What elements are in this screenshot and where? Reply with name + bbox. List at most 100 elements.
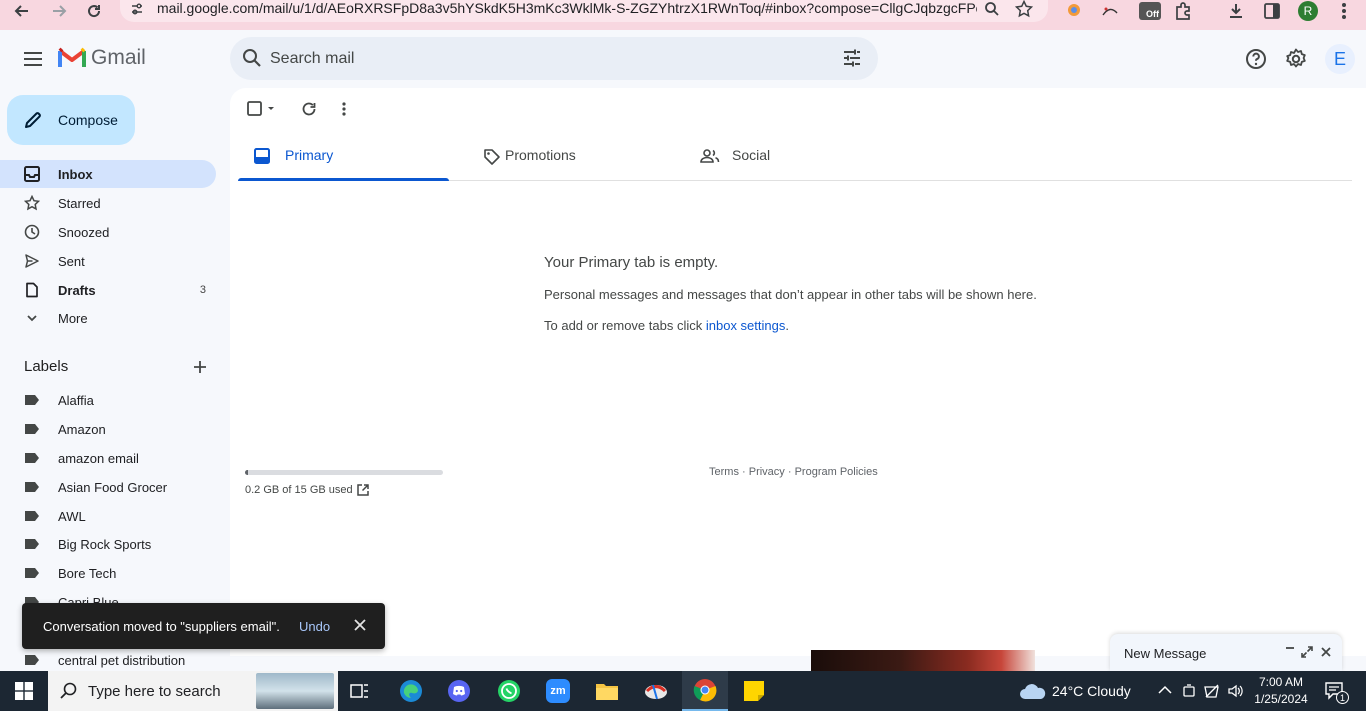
search-icon[interactable] (242, 48, 262, 68)
label-item[interactable]: Big Rock Sports (0, 530, 216, 558)
edge-taskbar-app[interactable] (388, 671, 434, 711)
network-disconnected-icon[interactable] (1203, 683, 1221, 699)
search-highlight-image (256, 673, 334, 709)
arrow-left-icon (14, 5, 28, 17)
weather-readout[interactable]: 24°C Cloudy (1052, 683, 1131, 699)
settings-hint-prefix: To add or remove tabs click (544, 318, 706, 333)
label-tag-icon (25, 655, 39, 665)
label-name: Big Rock Sports (58, 537, 152, 552)
whatsapp-taskbar-app[interactable] (486, 671, 532, 711)
account-avatar[interactable]: E (1325, 44, 1355, 74)
search-bar[interactable]: Search mail (230, 37, 878, 80)
label-name: central pet distribution (58, 653, 186, 668)
tab-primary[interactable]: Primary (238, 136, 449, 181)
storage-meter-fill (245, 470, 248, 475)
meet-now-icon[interactable] (1181, 683, 1197, 699)
tab-promotions[interactable]: Promotions (467, 136, 678, 181)
extension-button[interactable] (1098, 0, 1122, 22)
zoom-icon[interactable] (984, 1, 1000, 17)
tab-social[interactable]: Social (696, 136, 907, 181)
minimize-icon[interactable] (1284, 642, 1296, 654)
undo-button[interactable]: Undo (299, 619, 330, 634)
address-bar[interactable]: mail.google.com/mail/u/1/d/AEoRXRSFpD8a3… (120, 0, 1048, 22)
sidebar-item-label: Starred (58, 195, 101, 211)
refresh-icon[interactable] (300, 100, 318, 118)
sidebar-item-drafts[interactable]: Drafts 3 (0, 276, 216, 304)
empty-state-description: Personal messages and messages that don’… (544, 287, 1037, 302)
close-icon[interactable] (353, 618, 367, 632)
sidebar-item-snoozed[interactable]: Snoozed (0, 218, 216, 246)
forward-button[interactable] (45, 0, 73, 22)
puzzle-icon (1176, 2, 1190, 20)
edge-icon (400, 680, 422, 702)
search-options-icon[interactable] (842, 48, 862, 68)
tab-label: Social (732, 147, 771, 163)
inbox-icon (24, 166, 40, 182)
new-message-title: New Message (1124, 646, 1207, 661)
sidebar-item-label: Snoozed (58, 224, 110, 240)
chrome-profile-button[interactable]: R (1296, 0, 1320, 22)
star-icon (24, 195, 40, 211)
privacy-link[interactable]: Privacy (749, 466, 785, 478)
label-item[interactable]: amazon email (0, 444, 216, 472)
download-icon (1230, 4, 1242, 18)
label-tag-icon (25, 395, 39, 405)
label-item[interactable]: Asian Food Grocer (0, 473, 216, 501)
paint-taskbar-app[interactable] (633, 671, 679, 711)
chrome-menu-button[interactable] (1332, 0, 1356, 22)
reload-button[interactable] (80, 0, 108, 22)
bookmark-star-icon[interactable] (1015, 0, 1033, 18)
sidebar-item-starred[interactable]: Starred (0, 189, 216, 217)
extension-off-button[interactable]: Off (1138, 0, 1162, 22)
cloudy-weather-icon (1020, 684, 1046, 699)
side-panel-icon (1264, 3, 1280, 19)
clock-time: 7:00 AM (1258, 675, 1304, 689)
sidebar-item-sent[interactable]: Sent (0, 247, 216, 275)
sidebar-item-more[interactable]: More (0, 304, 216, 332)
tag-icon (484, 149, 500, 165)
label-tag-icon (25, 511, 39, 521)
label-item[interactable]: Bore Tech (0, 559, 216, 587)
back-button[interactable] (8, 0, 36, 22)
label-item[interactable]: central pet distribution (0, 646, 216, 674)
compose-button[interactable]: Compose (7, 95, 135, 145)
sticky-notes-taskbar-app[interactable] (731, 671, 777, 711)
open-external-icon[interactable] (356, 483, 370, 497)
downloads-button[interactable] (1224, 0, 1248, 22)
zoom-taskbar-app[interactable]: zm (535, 671, 581, 711)
label-item[interactable]: Amazon (0, 415, 216, 443)
program-policies-link[interactable]: Program Policies (795, 466, 878, 478)
taskbar-clock[interactable]: 7:00 AM 1/25/2024 (1250, 674, 1312, 708)
terms-link[interactable]: Terms (709, 466, 739, 478)
label-tag-icon (25, 424, 39, 434)
side-panel-button[interactable] (1260, 0, 1284, 22)
gmail-logo[interactable]: Gmail (58, 46, 146, 70)
chrome-taskbar-app[interactable] (682, 671, 728, 711)
start-button[interactable] (0, 671, 48, 711)
expand-icon[interactable] (1301, 646, 1313, 658)
notification-count-badge: 1 (1336, 691, 1349, 704)
label-item[interactable]: Alaffia (0, 386, 216, 414)
search-input[interactable]: Search mail (270, 50, 354, 68)
help-icon[interactable] (1244, 47, 1268, 71)
settings-gear-icon[interactable] (1284, 47, 1308, 71)
new-message-window[interactable]: New Message (1110, 634, 1342, 671)
taskbar-search-box[interactable]: Type here to search (48, 671, 338, 711)
inbox-settings-link[interactable]: inbox settings (706, 318, 786, 333)
sidebar-item-label: More (58, 310, 88, 326)
volume-icon[interactable] (1227, 683, 1245, 699)
extension-button[interactable] (1062, 0, 1086, 22)
task-view-button[interactable] (337, 671, 383, 711)
extensions-button[interactable] (1171, 0, 1195, 22)
add-label-icon[interactable] (191, 358, 209, 376)
main-menu-button[interactable] (20, 46, 46, 72)
sidebar-item-inbox[interactable]: Inbox (0, 160, 216, 188)
empty-state-title: Your Primary tab is empty. (544, 254, 719, 271)
close-icon[interactable] (1320, 646, 1332, 658)
more-options-icon[interactable] (341, 100, 347, 118)
chevron-up-icon[interactable] (1158, 685, 1172, 695)
label-item[interactable]: AWL (0, 502, 216, 530)
select-all-checkbox[interactable] (246, 100, 276, 118)
file-explorer-taskbar-app[interactable] (584, 671, 630, 711)
discord-taskbar-app[interactable] (436, 671, 482, 711)
